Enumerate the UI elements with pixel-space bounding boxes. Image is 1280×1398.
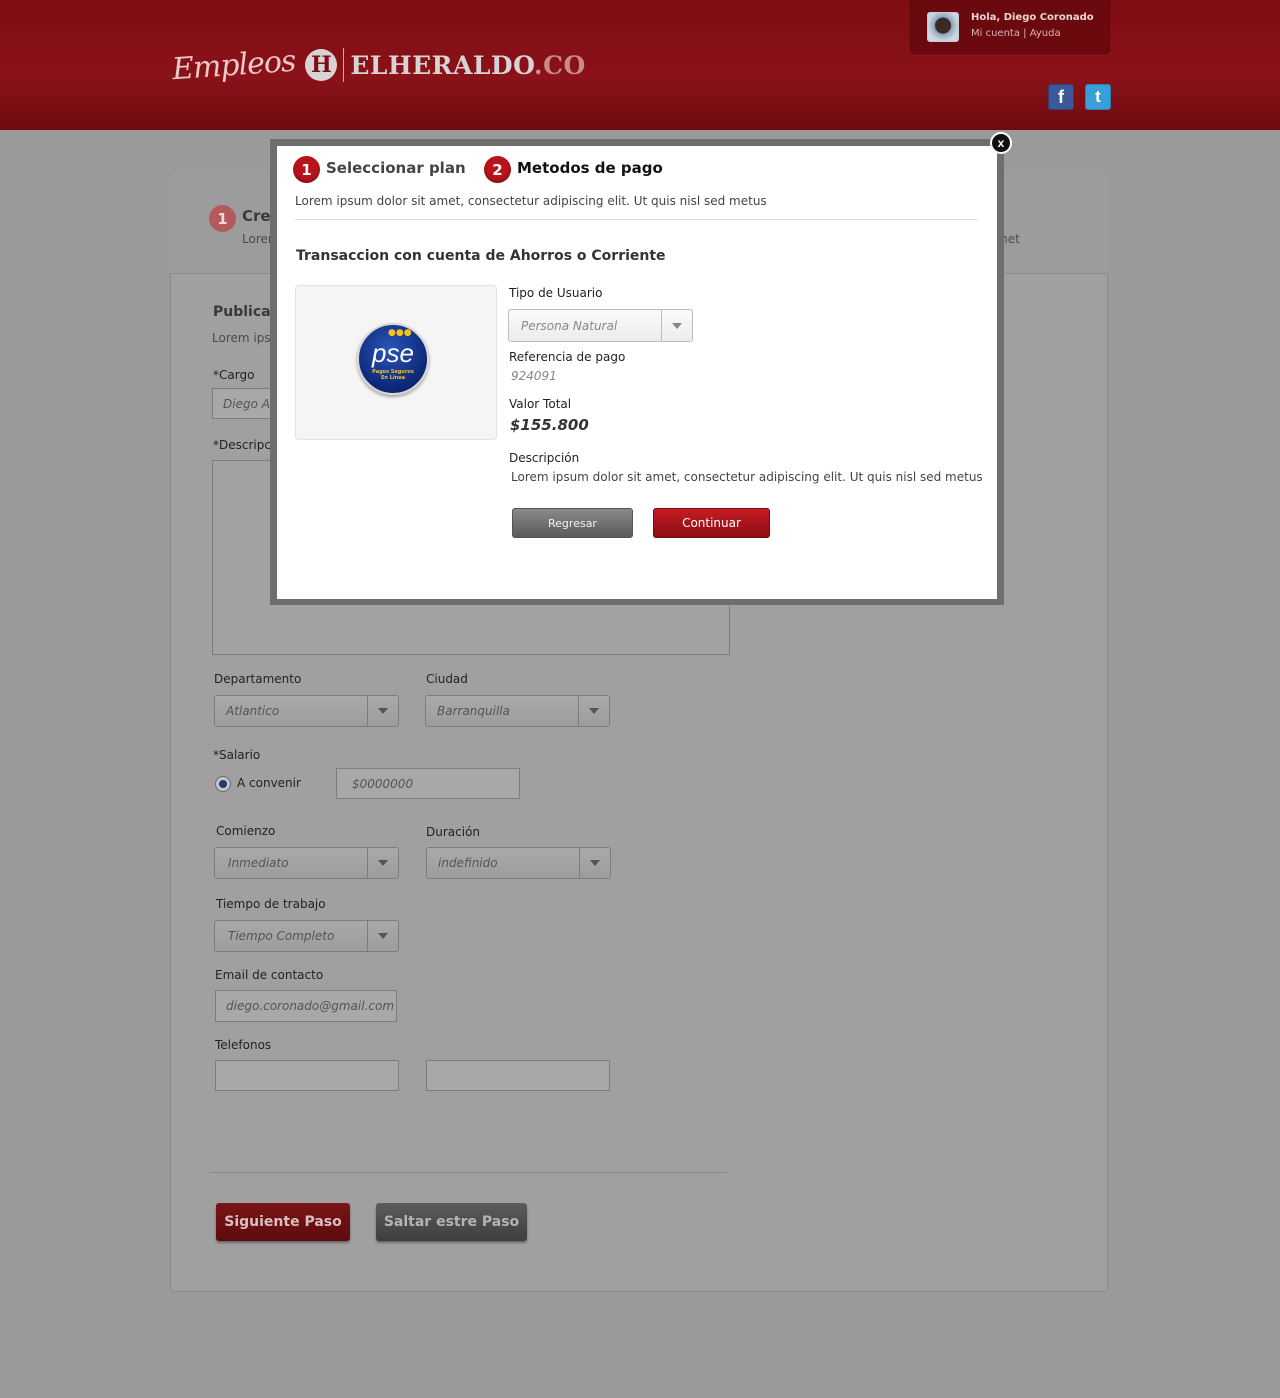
a-convenir-label: A convenir <box>237 776 301 790</box>
pse-logo: ●●● pse Pagos Seguros En Línea <box>357 323 429 395</box>
site-header: Empleos H ELHERALDO.CO Hola, Diego Coron… <box>0 0 1280 130</box>
bg-step-1-number: 1 <box>209 205 236 232</box>
tiempo-label: Tiempo de trabajo <box>216 897 326 911</box>
close-icon[interactable]: x <box>990 132 1012 154</box>
avatar[interactable] <box>927 12 959 42</box>
chevron-down-icon <box>367 848 398 878</box>
chevron-down-icon <box>661 310 692 341</box>
comienzo-select[interactable]: Inmediato <box>214 847 399 879</box>
logo-separator <box>343 48 345 82</box>
pse-dots-icon: ●●● <box>388 328 412 338</box>
chevron-down-icon <box>367 696 398 726</box>
tiempo-select[interactable]: Tiempo Completo <box>214 920 399 952</box>
logo-h-badge: H <box>305 49 338 81</box>
descripcion-modal-label: Descripción <box>509 451 580 465</box>
comienzo-value: Inmediato <box>228 856 289 870</box>
tiempo-value: Tiempo Completo <box>228 929 335 943</box>
ciudad-value: Barranquilla <box>437 704 510 718</box>
ciudad-select[interactable]: Barranquilla <box>425 695 610 727</box>
email-label: Email de contacto <box>215 968 324 982</box>
departamento-label: Departamento <box>214 672 302 686</box>
link-separator: | <box>1023 28 1027 39</box>
pse-logo-tagline: Pagos Seguros En Línea <box>372 369 414 381</box>
back-button[interactable]: Regresar <box>512 508 633 538</box>
referencia-value: 924091 <box>511 369 557 383</box>
next-step-button[interactable]: Siguiente Paso <box>216 1203 350 1241</box>
email-field[interactable]: diego.coronado@gmail.com <box>215 990 397 1022</box>
valor-total-label: Valor Total <box>509 397 572 411</box>
user-links: Mi cuenta | Ayuda <box>971 28 1061 39</box>
pse-logo-word: pse <box>372 338 414 368</box>
modal-step-1-label[interactable]: Seleccionar plan <box>326 159 466 177</box>
departamento-select[interactable]: Atlantico <box>214 695 399 727</box>
user-greeting: Hola, Diego Coronado <box>971 12 1094 23</box>
chevron-down-icon <box>579 848 610 878</box>
departamento-value: Atlantico <box>226 704 280 718</box>
a-convenir-radio[interactable] <box>215 776 231 792</box>
tipo-usuario-value: Persona Natural <box>521 318 618 333</box>
tipo-usuario-label: Tipo de Usuario <box>509 286 603 300</box>
duracion-value: indefinido <box>438 856 498 870</box>
chevron-down-icon <box>367 921 398 951</box>
telefono-input-2[interactable] <box>426 1060 610 1091</box>
valor-total-value: $155.800 <box>510 416 589 434</box>
help-link[interactable]: Ayuda <box>1030 28 1061 39</box>
modal-step-2-number: 2 <box>484 156 511 183</box>
modal-step-1-number: 1 <box>293 156 320 183</box>
telefono-input-1[interactable] <box>215 1060 399 1091</box>
duracion-label: Duración <box>426 825 481 839</box>
user-menu: Hola, Diego Coronado Mi cuenta | Ayuda <box>910 0 1110 54</box>
cargo-label: *Cargo <box>213 368 255 382</box>
twitter-icon[interactable]: t <box>1085 84 1111 110</box>
logo-empleos-text: Empleos <box>170 43 297 87</box>
logo-tld: .CO <box>533 50 586 80</box>
modal-title: Transaccion con cuenta de Ahorros o Corr… <box>296 248 666 264</box>
descripcion-modal-value: Lorem ipsum dolor sit amet, consectetur … <box>511 470 983 484</box>
modal-divider <box>295 219 978 220</box>
chevron-down-icon <box>578 696 609 726</box>
form-divider <box>210 1172 727 1173</box>
salario-label: *Salario <box>213 748 261 762</box>
facebook-icon[interactable]: f <box>1048 84 1074 110</box>
my-account-link[interactable]: Mi cuenta <box>971 28 1020 39</box>
modal-intro: Lorem ipsum dolor sit amet, consectetur … <box>295 194 767 208</box>
salario-input[interactable]: $0000000 <box>336 768 520 799</box>
continue-button[interactable]: Continuar <box>653 508 770 538</box>
duracion-select[interactable]: indefinido <box>426 847 611 879</box>
tipo-usuario-select[interactable]: Persona Natural <box>508 309 693 342</box>
skip-step-button[interactable]: Saltar estre Paso <box>376 1203 527 1241</box>
comienzo-label: Comienzo <box>216 824 276 838</box>
logo-name: ELHERALDO.CO <box>350 50 586 80</box>
site-logo[interactable]: Empleos H ELHERALDO.CO <box>170 40 586 90</box>
modal-step-2-label[interactable]: Metodos de pago <box>517 159 663 177</box>
telefonos-label: Telefonos <box>215 1038 272 1052</box>
referencia-label: Referencia de pago <box>509 350 626 364</box>
ciudad-label: Ciudad <box>426 672 468 686</box>
